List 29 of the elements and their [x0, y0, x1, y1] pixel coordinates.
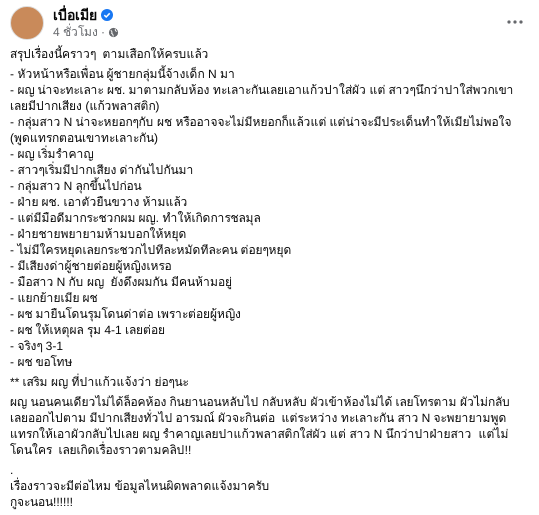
- separator-dot: ·: [101, 24, 106, 40]
- closing-line: เรื่องราวจะมีต่อไหม ข้อมูลไหนผิดพลาดแจ้งมาครับ: [10, 478, 270, 494]
- summary-item: - ผญ น่าจะทะเลาะ ผช. มาตามกลับห้อง ทะเลาะกันเลยเอาแก้วปาใส่ผัว แต่ สาวๆนึกว่าปาใส่พวกเขาเลยมีปากเสียง (แก้วพลาสติก): [10, 82, 515, 114]
- summary-item: - จริงๆ 3-1: [10, 338, 64, 354]
- summary-item: - ไม่มีใครหยุดเลยกระชวกไปทีละหมัดทีละคน ต่อยๆหยุด: [10, 242, 293, 258]
- globe-icon: [108, 26, 120, 38]
- summary-item: - ผญ เริ่มรำคาญ: [10, 146, 95, 162]
- post-paragraph: ผญ นอนคนเดียวไม่ได้ล็อคห้อง กินยานอนหลับไป กลับหลับ ผัวเข้าห้องไม่ได้ เลยโทรตาม ผัวไม่กลับ เลยออกไปตาม มีปากเสียงทั่วไป อารมณ์ ผัวจะกินต่อ แต่ระหว่าง ทะเลาะกัน สาว N จะพยายามพูดแทรกให้เอาผัวกลับไปเลย ผญ รำคาญเลยปาแก้วพลาสติกใส่ผัว แต่ สาว N นึกว่าปาฝ่ายสาว แต่ไม่โดนใคร เลยเกิดเรื่องราวตามคลิป!!: [10, 394, 512, 458]
- author-name[interactable]: เบื่อเมีย: [53, 6, 97, 24]
- avatar[interactable]: [10, 6, 44, 40]
- dot-line: .: [10, 462, 14, 478]
- summary-item: - แต่มีมือดีมากระชวกผม ผญ. ทำให้เกิดการชลมุล: [10, 210, 262, 226]
- summary-item: - ผช ขอโทษ: [10, 354, 74, 370]
- summary-item: - ฝ่ายชายพยายามห้ามบอกให้หยุด: [10, 226, 188, 242]
- summary-item: - หัวหน้าหรือเพื่อน ผู้ชายกลุ่มนี้จ้างเด็ก N มา: [10, 66, 236, 82]
- post-intro: สรุปเรื่องนี้คราวๆ ตามเสือกให้ครบแล้ว: [10, 46, 210, 62]
- summary-item: - ฝ่าย ผช. เอาตัวยืนขวาง ห้ามแล้ว: [10, 194, 189, 210]
- summary-item: - กลุ่มสาว N น่าจะหยอกๆกับ ผช หรืออาจจะไม่มีหยอกก็แล้วแต่ แต่น่าจะมีประเด็นทำให้เมียไม่พอใจ (พูดแทรกตอนเขาทะเลาะกัน): [10, 114, 513, 146]
- summary-item: - ผช มายืนโดนรุมโดนด่าต่อ เพราะต่อยผู้หญิง: [10, 306, 242, 322]
- summary-item: - สาวๆเริ่มมีปากเสียง ด่ากันไปกันมา: [10, 162, 195, 177]
- more-options-icon[interactable]: [507, 20, 523, 24]
- summary-item: - มือสาว N กับ ผญ ยังดึงผมกัน มีคนห้ามอยู่: [10, 274, 233, 290]
- summary-item: - มีเสียงด่าผู้ชายต่อยผู้หญิงเหรอ: [10, 258, 172, 274]
- summary-item: - ผช ให้เหตุผล รุม 4-1 เลยต่อย: [10, 322, 166, 338]
- post-note: ** เสริม ผญ ที่ปาแก้วแจ้งว่า ย่อๆนะ: [10, 374, 190, 390]
- post-time[interactable]: 4 ชั่วโมง: [53, 24, 98, 40]
- closing-line: กูจะนอน!!!!!!: [10, 494, 74, 510]
- summary-item: - แยกย้ายเมีย ผช: [10, 290, 99, 306]
- summary-item: - กลุ่มสาว N ลุกขึ้นไปก่อน: [10, 178, 143, 194]
